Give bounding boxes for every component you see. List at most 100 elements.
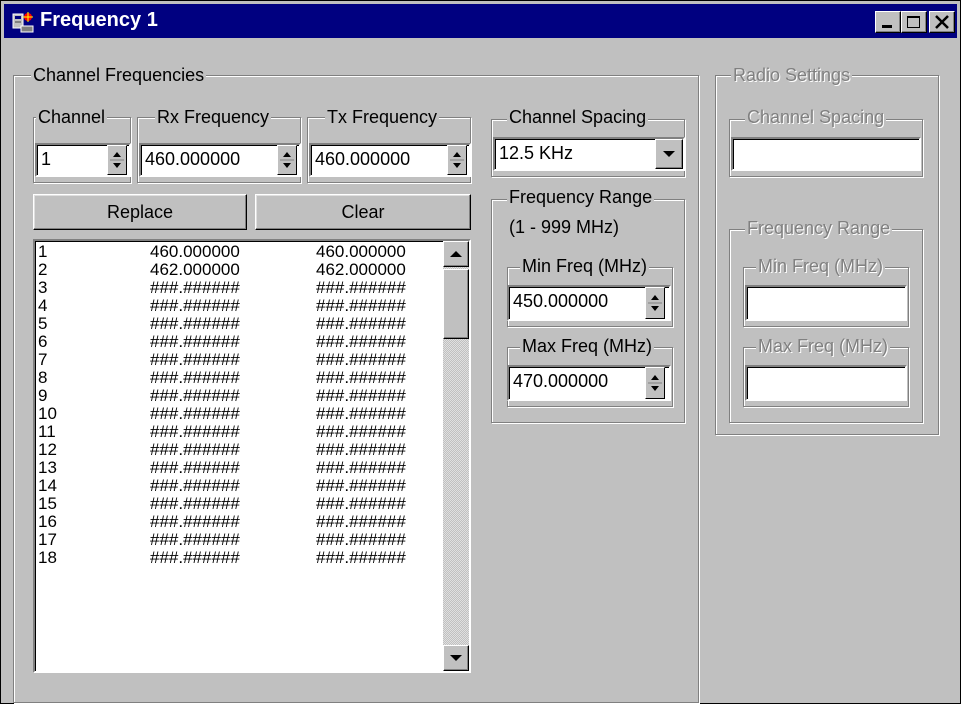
- list-item[interactable]: 16 ###.###### ###.######: [38, 513, 443, 531]
- scroll-down-icon: [450, 655, 462, 661]
- minimize-button[interactable]: [875, 11, 901, 33]
- rx-frequency-value: ###.######: [150, 422, 240, 441]
- rx-frequency-spinner[interactable]: [277, 145, 297, 175]
- scroll-up-icon: [450, 251, 462, 257]
- channel-number: 18: [38, 548, 57, 567]
- spin-arrows-icon: [648, 375, 662, 391]
- tx-frequency-value: ###.######: [316, 422, 406, 441]
- list-item[interactable]: 3 ###.###### ###.######: [38, 279, 443, 297]
- min-freq-spinner[interactable]: [645, 287, 665, 319]
- rx-frequency-value: ###.######: [150, 278, 240, 297]
- list-item[interactable]: 5 ###.###### ###.######: [38, 315, 443, 333]
- radio-settings-label: Radio Settings: [731, 65, 853, 85]
- radio-max-freq-field: [745, 365, 907, 401]
- channel-number: 13: [38, 458, 57, 477]
- rx-frequency-value: ###.######: [150, 386, 240, 405]
- channel-number: 15: [38, 494, 57, 513]
- min-freq-label: Min Freq (MHz): [520, 256, 649, 276]
- list-item[interactable]: 6 ###.###### ###.######: [38, 333, 443, 351]
- tx-frequency-label: Tx Frequency: [325, 107, 440, 127]
- channel-number: 11: [38, 422, 56, 441]
- frequency-window: Frequency 1 Channel Frequencies Channel …: [0, 0, 961, 704]
- rx-frequency-value: ###.######: [150, 494, 240, 513]
- close-button[interactable]: [929, 11, 955, 33]
- channel-list-rows: 1 460.000000 460.000000 2 462.000000 462.0000…: [38, 243, 443, 567]
- radio-min-freq-field: [745, 285, 907, 321]
- radio-min-freq-label: Min Freq (MHz): [756, 256, 885, 276]
- list-item[interactable]: 8 ###.###### ###.######: [38, 369, 443, 387]
- window-title: Frequency 1: [40, 9, 158, 31]
- list-item[interactable]: 4 ###.###### ###.######: [38, 297, 443, 315]
- tx-frequency-value: ###.######: [316, 386, 406, 405]
- list-item[interactable]: 12 ###.###### ###.######: [38, 441, 443, 459]
- rx-frequency-value: 462.000000: [150, 260, 240, 279]
- tx-frequency-value: ###.######: [316, 458, 406, 477]
- list-item[interactable]: 14 ###.###### ###.######: [38, 477, 443, 495]
- max-freq-spinner[interactable]: [645, 367, 665, 399]
- channel-label: Channel: [36, 107, 108, 127]
- rx-frequency-value: ###.######: [150, 314, 240, 333]
- tx-frequency-value: ###.######: [316, 440, 406, 459]
- list-item[interactable]: 18 ###.###### ###.######: [38, 549, 443, 567]
- radio-channel-spacing-label: Channel Spacing: [745, 107, 887, 127]
- tx-frequency-value: ###.######: [316, 512, 406, 531]
- title-bar[interactable]: Frequency 1: [4, 4, 957, 38]
- channel-number: 9: [38, 386, 48, 405]
- scroll-thumb[interactable]: [443, 269, 469, 339]
- replace-button[interactable]: Replace: [33, 194, 247, 230]
- list-item[interactable]: 2 462.000000 462.000000: [38, 261, 443, 279]
- list-item[interactable]: 10 ###.###### ###.######: [38, 405, 443, 423]
- channel-number: 10: [38, 404, 57, 423]
- clear-button[interactable]: Clear: [255, 194, 471, 230]
- channel-number: 8: [38, 368, 48, 387]
- list-item[interactable]: 17 ###.###### ###.######: [38, 531, 443, 549]
- channel-number: 16: [38, 512, 57, 531]
- rx-frequency-value: ###.######: [150, 440, 240, 459]
- list-item[interactable]: 11 ###.###### ###.######: [38, 423, 443, 441]
- tx-frequency-value: ###.######: [316, 350, 406, 369]
- channel-spacing-dropdown-button[interactable]: [655, 139, 683, 169]
- rx-frequency-value: ###.######: [150, 296, 240, 315]
- tx-frequency-value: ###.######: [316, 548, 406, 567]
- scroll-up-button[interactable]: [443, 241, 469, 267]
- list-item[interactable]: 7 ###.###### ###.######: [38, 351, 443, 369]
- tx-frequency-spinner[interactable]: [447, 145, 467, 175]
- maximize-icon: [907, 16, 920, 28]
- spin-arrows-icon: [450, 152, 464, 168]
- channel-number: 14: [38, 476, 57, 495]
- channel-number: 5: [38, 314, 48, 333]
- channel-number: 1: [38, 242, 48, 261]
- channel-list[interactable]: 1 460.000000 460.000000 2 462.000000 462.0000…: [33, 239, 471, 673]
- list-item[interactable]: 1 460.000000 460.000000: [38, 243, 443, 261]
- channel-number: 6: [38, 332, 48, 351]
- radio-max-freq-label: Max Freq (MHz): [756, 336, 890, 356]
- tx-frequency-value: ###.######: [316, 404, 406, 423]
- rx-frequency-value: ###.######: [150, 476, 240, 495]
- radio-channel-spacing-field: [731, 137, 921, 171]
- tx-frequency-value: 460.000000: [316, 242, 406, 261]
- list-item[interactable]: 9 ###.###### ###.######: [38, 387, 443, 405]
- list-item[interactable]: 13 ###.###### ###.######: [38, 459, 443, 477]
- app-icon: [12, 12, 34, 33]
- scroll-down-button[interactable]: [443, 645, 469, 671]
- tx-frequency-value: ###.######: [316, 476, 406, 495]
- tx-frequency-value: ###.######: [316, 332, 406, 351]
- frequency-range-subtitle: (1 - 999 MHz): [509, 217, 620, 237]
- rx-frequency-value: 460.000000: [150, 242, 240, 261]
- tx-frequency-value: ###.######: [316, 368, 406, 387]
- channel-spinner[interactable]: [107, 145, 127, 175]
- channel-number: 12: [38, 440, 57, 459]
- frequency-range-label: Frequency Range: [507, 187, 655, 207]
- channel-frequencies-label: Channel Frequencies: [31, 65, 207, 85]
- list-item[interactable]: 15 ###.###### ###.######: [38, 495, 443, 513]
- rx-frequency-value: ###.######: [150, 530, 240, 549]
- spin-arrows-icon: [110, 152, 124, 168]
- channel-number: 7: [38, 350, 48, 369]
- max-freq-label: Max Freq (MHz): [520, 336, 654, 356]
- radio-frequency-range-label: Frequency Range: [745, 218, 893, 238]
- close-icon: [935, 15, 949, 29]
- rx-frequency-value: ###.######: [150, 548, 240, 567]
- rx-frequency-value: ###.######: [150, 404, 240, 423]
- maximize-button[interactable]: [901, 11, 927, 33]
- channel-list-scrollbar[interactable]: [443, 241, 469, 671]
